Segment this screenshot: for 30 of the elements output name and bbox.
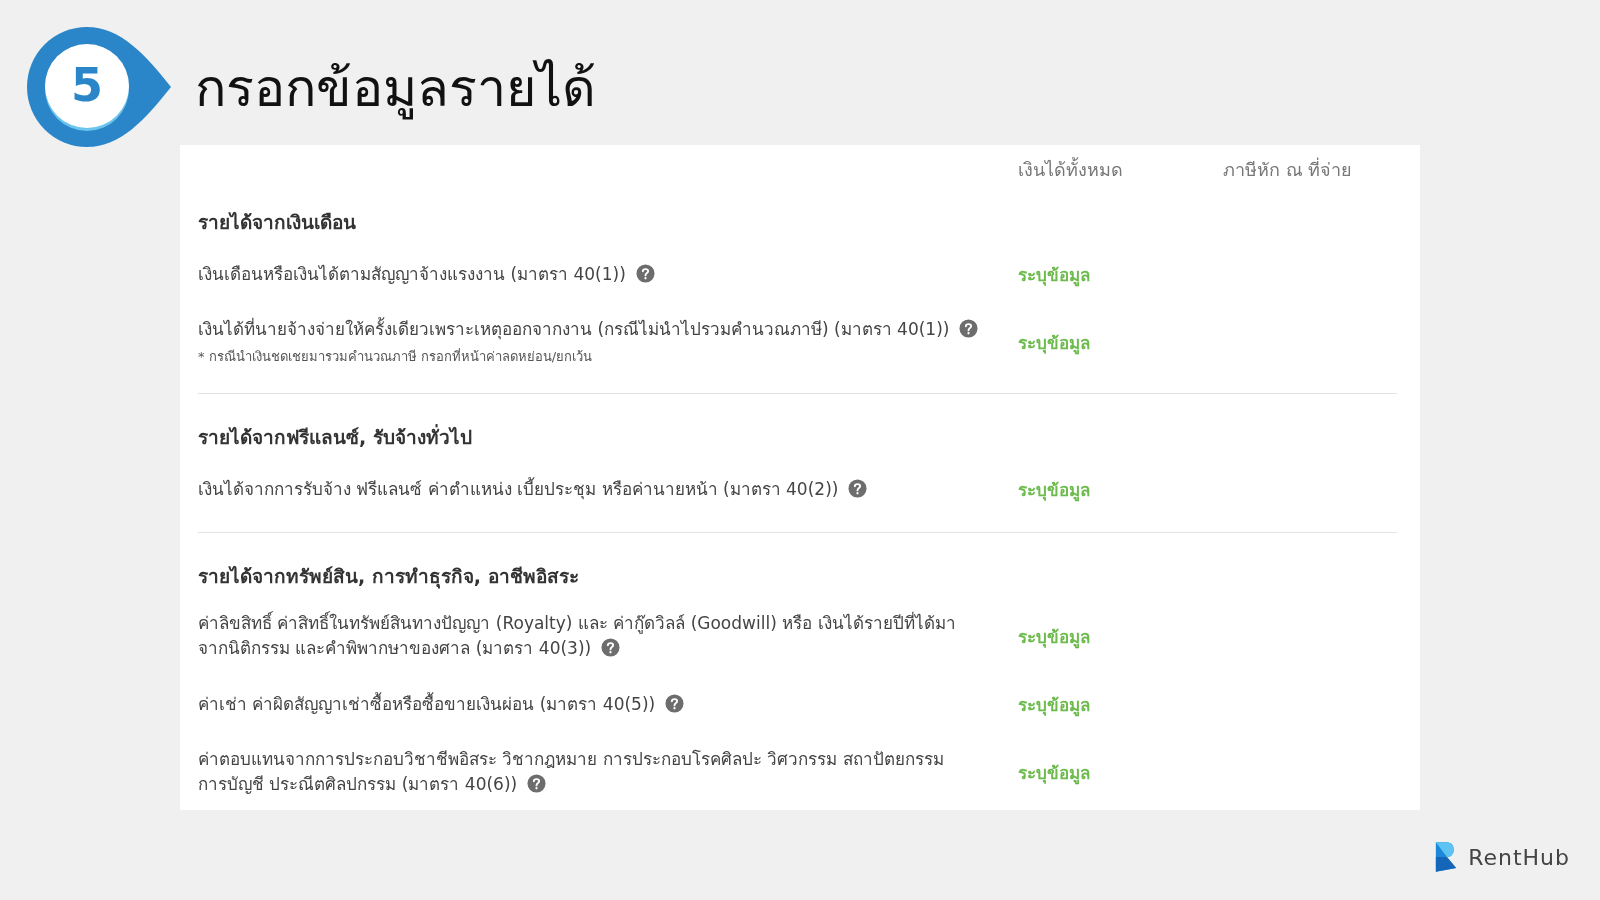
item-note: * กรณีนำเงินชดเชยมารวมคำนวณภาษี กรอกที่หน้าค่าลดหย่อน/ยกเว้น <box>198 347 594 366</box>
column-header: เงินได้ทั้งหมด <box>1018 156 1124 182</box>
help-icon[interactable] <box>601 638 621 657</box>
enter-data-link[interactable]: ระบุข้อมูล <box>1018 260 1090 288</box>
help-icon[interactable] <box>527 774 547 793</box>
section-title: รายได้จากเงินเดือน <box>198 210 357 235</box>
income-item-label: ค่าเช่า ค่าผิดสัญญาเช่าซื้อหรือซื้อขายเงินผ่อน (มาตรา 40(5)) <box>198 693 656 714</box>
help-icon[interactable] <box>848 478 868 498</box>
help-icon[interactable] <box>635 263 655 283</box>
page-title: กรอกข้อมูลรายได้ <box>195 56 596 122</box>
enter-data-link[interactable]: ระบุข้อมูล <box>1018 690 1090 718</box>
income-item-label: ค่าตอบแทนจากการประกอบวิชาชีพอิสระ วิชากฎหมาย การประกอบโรคศิลปะ วิศวกรรม สถาปัตยกรรม <box>198 749 944 769</box>
help-icon[interactable] <box>665 693 685 713</box>
section-title: รายได้จากทรัพย์สิน, การทำธุรกิจ, อาชีพอิสระ <box>198 564 580 591</box>
enter-data-link[interactable]: ระบุข้อมูล <box>1018 622 1090 650</box>
income-item-label: เงินได้จากการรับจ้าง ฟรีแลนซ์ ค่าตำแหน่ง เบี้ยประชุม หรือค่านายหน้า (มาตรา 40(2)) <box>198 478 839 499</box>
income-item-label: เงินได้ที่นายจ้างจ่ายให้ครั้งเดียวเพราะเหตุออกจากงาน (กรณีไม่นำไปรวมคำนวณภาษี) (มาตรา 40(1)) <box>198 319 950 339</box>
income-item-label: การบัญชี ประณีตศิลปกรรม (มาตรา 40(6)) <box>198 774 518 794</box>
column-header: ภาษีหัก ณ ที่จ่าย <box>1223 156 1353 182</box>
income-item-label: ค่าลิขสิทธิ์ ค่าสิทธิ์ในทรัพย์สินทางปัญญา (Royalty) และ ค่ากู๊ดวิลล์ (Goodwill) หรือ เงินได้รายปีที่ได้มา <box>198 613 956 633</box>
enter-data-link[interactable]: ระบุข้อมูล <box>1018 758 1090 786</box>
income-item-label: เงินเดือนหรือเงินได้ตามสัญญาจ้างแรงงาน (มาตรา 40(1)) <box>198 263 626 284</box>
income-item-label: จากนิติกรรม และคำพิพากษาของศาล (มาตรา 40(3)) <box>198 638 592 658</box>
enter-data-link[interactable]: ระบุข้อมูล <box>1018 328 1090 356</box>
step-number: 5 <box>70 57 104 113</box>
brand-name: RentHub <box>1468 844 1570 870</box>
help-icon[interactable] <box>959 319 979 338</box>
logo-icon <box>1434 840 1459 874</box>
enter-data-link[interactable]: ระบุข้อมูล <box>1018 475 1090 503</box>
section-title: รายได้จากฟรีแลนซ์, รับจ้างทั่วไป <box>198 423 473 450</box>
